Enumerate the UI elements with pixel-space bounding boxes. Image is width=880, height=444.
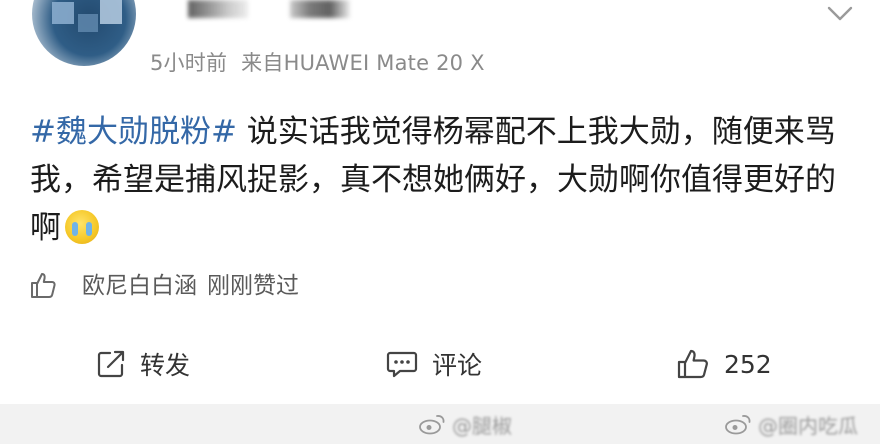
post-text: #魏大勋脱粉# 说实话我觉得杨幂配不上我大勋，随便来骂我，希望是捕风捉影，真不想… [30, 108, 860, 252]
post-meta: 5小时前 来自HUAWEI Mate 20 X [150, 47, 499, 77]
comment-icon [386, 351, 418, 378]
weibo-logo-icon [725, 415, 751, 435]
comment-button[interactable]: 评论 [386, 346, 482, 382]
repost-icon [97, 350, 125, 378]
like-button[interactable]: 252 [676, 346, 772, 382]
chevron-down-icon[interactable] [826, 2, 854, 24]
watermark-right: @圈内吃瓜 [724, 409, 858, 439]
comment-label: 评论 [432, 351, 483, 380]
crying-emoji-icon [65, 210, 99, 244]
weibo-logo-icon [419, 415, 445, 435]
thumbs-up-icon [31, 273, 56, 298]
username-redacted [188, 0, 248, 18]
post-time: 5小时前 [150, 51, 228, 75]
username-redacted-2 [290, 0, 350, 18]
avatar[interactable] [32, 0, 136, 66]
hashtag-link[interactable]: #魏大勋脱粉# [30, 114, 237, 150]
repost-label: 转发 [140, 351, 191, 380]
post-source: 来自HUAWEI Mate 20 X [241, 51, 485, 75]
liked-by-names[interactable]: 欧尼白白涵 [82, 273, 197, 299]
liked-by-suffix: 刚刚赞过 [207, 273, 299, 299]
watermark-left: @腿椒 [418, 409, 512, 439]
like-count: 252 [724, 349, 772, 379]
like-icon [677, 349, 708, 379]
repost-button[interactable]: 转发 [96, 346, 190, 382]
